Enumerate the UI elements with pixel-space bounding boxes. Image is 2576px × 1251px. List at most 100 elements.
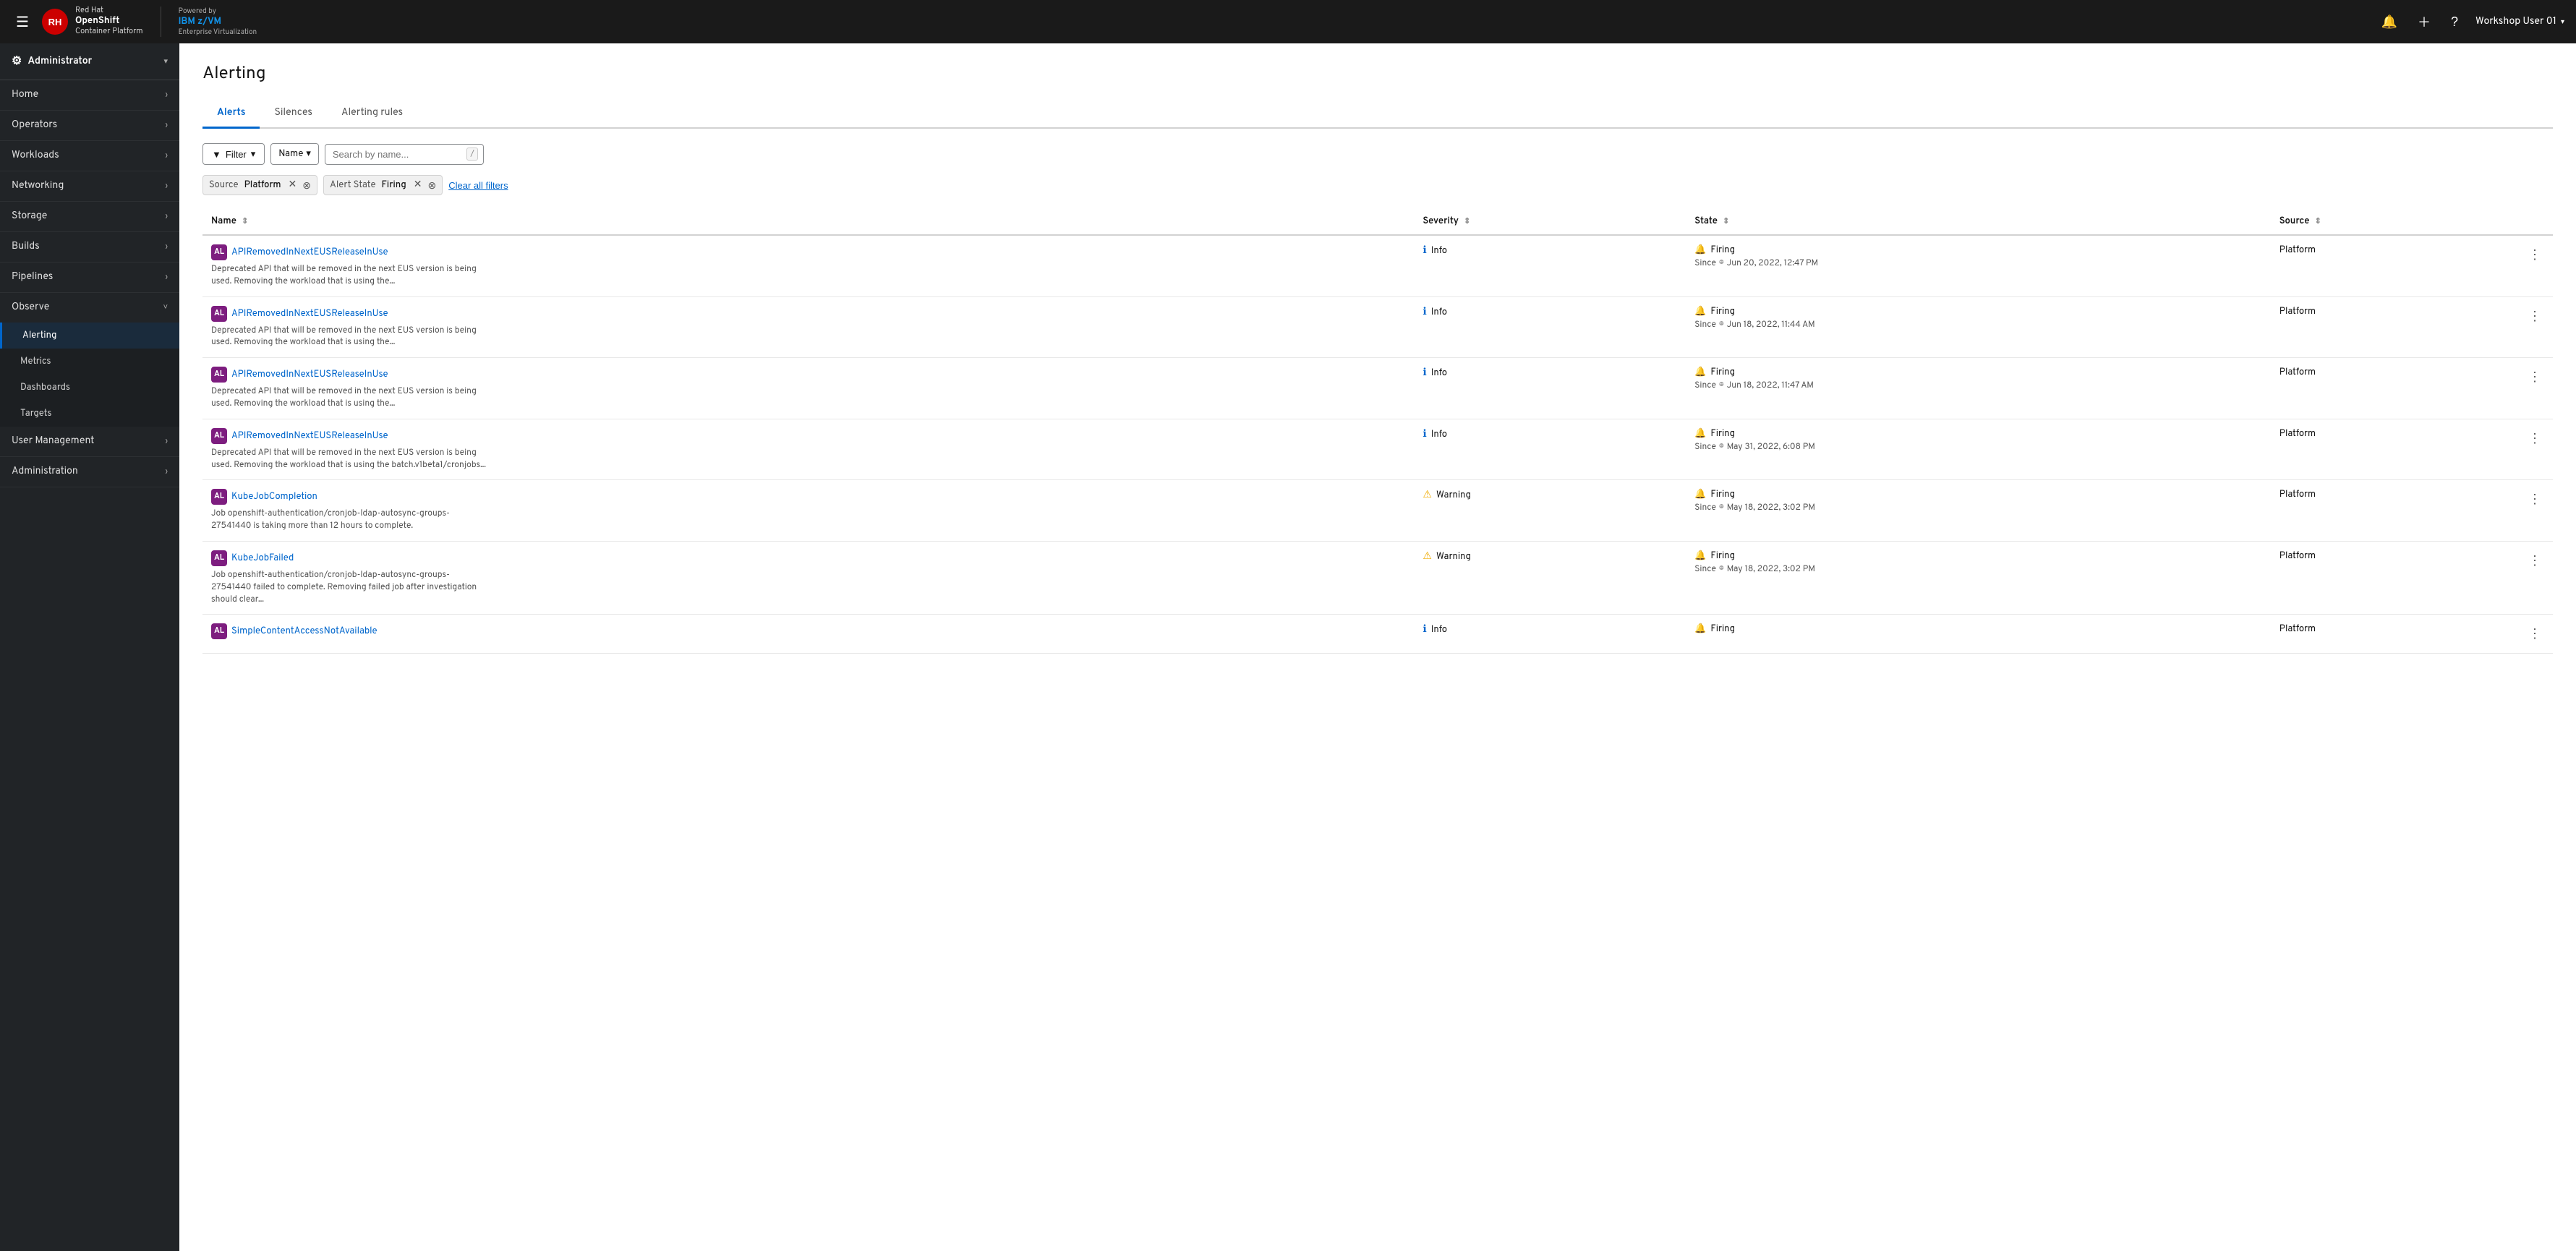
severity-label: Info <box>1431 307 1447 318</box>
alert-state-tag-clear-group[interactable]: ⊗ <box>427 179 436 192</box>
sidebar-item-metrics[interactable]: Metrics <box>0 349 179 375</box>
sidebar-item-dashboards[interactable]: Dashboards <box>0 375 179 401</box>
alert-description: Deprecated API that will be removed in t… <box>211 263 486 288</box>
sidebar-item-observe[interactable]: Observe ˅ <box>0 293 179 323</box>
alert-name-link-text[interactable]: APIRemovedInNextEUSReleaseInUse <box>231 430 388 442</box>
alert-badge: AL <box>211 623 227 639</box>
state-firing: 🔔 Firing <box>1694 623 2262 635</box>
state-label: Firing <box>1710 550 1735 562</box>
alert-badge: AL <box>211 428 227 444</box>
sidebar-item-networking[interactable]: Networking › <box>0 171 179 202</box>
tab-silences[interactable]: Silences <box>260 100 326 129</box>
table-row: AL APIRemovedInNextEUSReleaseInUse Depre… <box>202 358 2553 419</box>
sidebar-item-administration[interactable]: Administration › <box>0 457 179 487</box>
sidebar-item-user-management[interactable]: User Management › <box>0 427 179 457</box>
alert-name-link-text[interactable]: APIRemovedInNextEUSReleaseInUse <box>231 247 388 258</box>
search-input[interactable] <box>325 144 484 165</box>
sidebar-item-workloads[interactable]: Workloads › <box>0 141 179 171</box>
severity-cell: ℹ Info <box>1414 235 1686 296</box>
warning-severity-icon: ⚠ <box>1423 550 1432 563</box>
pipelines-chevron: › <box>166 273 168 283</box>
sidebar-item-alerting[interactable]: Alerting <box>0 323 179 349</box>
severity-sort-icon[interactable]: ⇕ <box>1464 217 1470 227</box>
alert-name-link-text[interactable]: APIRemovedInNextEUSReleaseInUse <box>231 369 388 380</box>
alert-state-tag-remove[interactable]: ✕ <box>414 179 422 192</box>
row-menu-button[interactable]: ⋮ <box>2525 623 2544 644</box>
powered-by-brand: IBM z/VM <box>179 16 257 28</box>
brand-text: Red Hat OpenShift Container Platform <box>75 7 143 37</box>
alert-name-link-text[interactable]: KubeJobCompletion <box>231 491 317 503</box>
state-firing: 🔔 Firing <box>1694 306 2262 317</box>
tab-alerting-rules[interactable]: Alerting rules <box>327 100 417 129</box>
source-tag-clear-group[interactable]: ⊗ <box>302 179 311 192</box>
workloads-chevron: › <box>166 151 168 161</box>
brand-container-platform: Container Platform <box>75 27 143 37</box>
bell-icon: 🔔 <box>1694 306 1706 317</box>
severity-cell: ⚠ Warning <box>1414 480 1686 542</box>
home-chevron: › <box>166 90 168 101</box>
row-menu-button[interactable]: ⋮ <box>2525 367 2544 388</box>
source-tag-remove[interactable]: ✕ <box>289 179 297 192</box>
warning-severity-icon: ⚠ <box>1423 489 1432 502</box>
globe-icon: 🌐 <box>1719 320 1724 330</box>
bell-icon: 🔔 <box>1694 428 1706 440</box>
state-since: Since 🌐 Jun 20, 2022, 12:47 PM <box>1694 257 2262 269</box>
actions-cell: ⋮ <box>2517 419 2553 480</box>
help-button[interactable]: ? <box>2448 12 2461 33</box>
notifications-button[interactable]: 🔔 <box>2379 12 2400 33</box>
severity-value: ⚠ Warning <box>1423 550 1677 563</box>
builds-chevron: › <box>166 242 168 252</box>
name-dropdown[interactable]: Name ▾ <box>270 143 319 165</box>
add-button[interactable]: ＋ <box>2415 9 2434 34</box>
tab-alerts[interactable]: Alerts <box>202 100 260 129</box>
filter-button[interactable]: ▼ Filter ▾ <box>202 143 265 165</box>
sidebar-role-switcher[interactable]: ⚙ Administrator ▾ <box>0 43 179 80</box>
state-firing: 🔔 Firing <box>1694 550 2262 562</box>
source-cell: Platform <box>2271 419 2517 480</box>
source-sort-icon[interactable]: ⇕ <box>2315 217 2321 227</box>
row-menu-button[interactable]: ⋮ <box>2525 306 2544 327</box>
alert-badge: AL <box>211 306 227 322</box>
severity-value: ℹ Info <box>1423 306 1677 319</box>
ibm-text: IBM <box>179 16 195 27</box>
alert-name-cell: AL KubeJobCompletion Job openshift-authe… <box>211 489 1405 532</box>
state-label: Firing <box>1710 244 1735 256</box>
sidebar-item-storage[interactable]: Storage › <box>0 202 179 232</box>
row-menu-button[interactable]: ⋮ <box>2525 428 2544 449</box>
powered-by-section: Powered by IBM z/VM Enterprise Virtualiz… <box>161 7 257 38</box>
alert-state-tag-value: Firing <box>381 179 406 191</box>
sidebar-item-targets[interactable]: Targets <box>0 401 179 427</box>
row-menu-button[interactable]: ⋮ <box>2525 244 2544 265</box>
row-menu-button[interactable]: ⋮ <box>2525 489 2544 510</box>
name-cell: AL SimpleContentAccessNotAvailable <box>202 615 1414 654</box>
clear-all-filters-button[interactable]: Clear all filters <box>448 180 508 191</box>
state-value: 🔔 Firing Since 🌐 May 31, 2022, 6:08 PM <box>1694 428 2262 453</box>
info-severity-icon: ℹ <box>1423 367 1426 380</box>
source-cell: Platform <box>2271 615 2517 654</box>
sidebar-item-operators[interactable]: Operators › <box>0 111 179 141</box>
svg-text:RH: RH <box>48 17 62 27</box>
main-content: Alerting Alerts Silences Alerting rules … <box>179 43 2576 1251</box>
menu-button[interactable]: ☰ <box>12 9 33 35</box>
name-cell: AL APIRemovedInNextEUSReleaseInUse Depre… <box>202 419 1414 480</box>
bell-icon: 🔔 <box>1694 244 1706 256</box>
alert-state-tag-key: Alert State <box>330 179 375 191</box>
alert-name-link-text[interactable]: KubeJobFailed <box>231 552 294 564</box>
sidebar-item-home[interactable]: Home › <box>0 80 179 111</box>
bell-icon: 🔔 <box>1694 367 1706 378</box>
user-menu[interactable]: Workshop User 01 ▾ <box>2475 16 2564 28</box>
sidebar-item-pipelines[interactable]: Pipelines › <box>0 262 179 293</box>
severity-label: Warning <box>1436 490 1471 501</box>
alert-name-link-text[interactable]: APIRemovedInNextEUSReleaseInUse <box>231 308 388 320</box>
powered-by-label: Powered by <box>179 7 257 16</box>
severity-value: ℹ Info <box>1423 367 1677 380</box>
globe-icon: 🌐 <box>1719 503 1724 513</box>
topnav-right: 🔔 ＋ ? Workshop User 01 ▾ <box>2379 9 2564 34</box>
table-row: AL APIRemovedInNextEUSReleaseInUse Depre… <box>202 419 2553 480</box>
alert-name-link-text[interactable]: SimpleContentAccessNotAvailable <box>231 626 378 637</box>
state-sort-icon[interactable]: ⇕ <box>1723 217 1729 227</box>
sidebar-item-builds[interactable]: Builds › <box>0 232 179 262</box>
state-since: Since 🌐 May 18, 2022, 3:02 PM <box>1694 563 2262 575</box>
name-sort-icon[interactable]: ⇕ <box>242 217 248 227</box>
row-menu-button[interactable]: ⋮ <box>2525 550 2544 571</box>
